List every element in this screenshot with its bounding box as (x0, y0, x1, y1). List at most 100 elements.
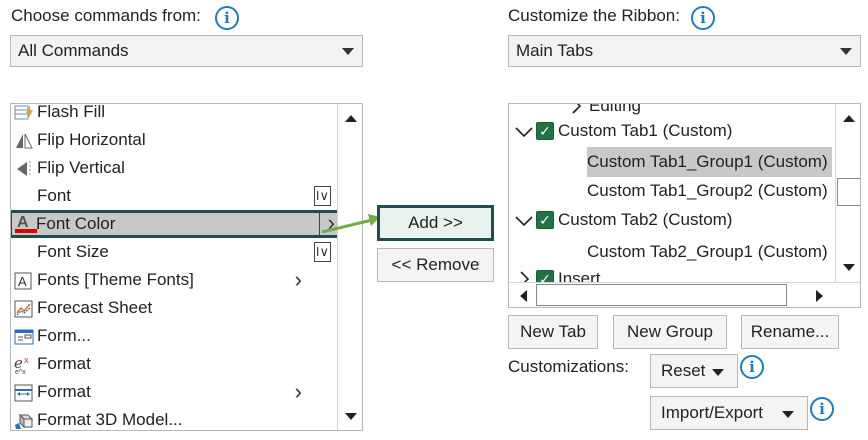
svg-text:x: x (24, 355, 29, 365)
import-export-info-icon[interactable]: i (810, 397, 834, 421)
scroll-left-icon (519, 290, 527, 302)
scroll-up-button[interactable] (339, 107, 362, 131)
command-item[interactable]: e x e^x Format (11, 350, 334, 378)
command-item-label: Forecast Sheet (37, 298, 153, 317)
command-item-label: Font Size (37, 242, 109, 261)
tree-node[interactable]: Custom Tab1_Group1 (Custom) (509, 147, 835, 177)
command-item-label: Form... (37, 326, 91, 345)
chevron-down-icon (840, 48, 852, 55)
import-export-label: Import/Export (661, 403, 764, 422)
command-item[interactable]: Flip Vertical (11, 154, 334, 182)
reset-label: Reset (661, 361, 706, 380)
tree-node-label: Custom Tab2 (Custom) (558, 210, 733, 229)
remove-button-label: << Remove (391, 255, 480, 274)
command-item-label: Flip Horizontal (37, 130, 146, 149)
tree-checkbox[interactable]: ✓ (536, 270, 554, 282)
tree-checkbox[interactable]: ✓ (536, 122, 554, 140)
rename-button[interactable]: Rename... (741, 315, 839, 349)
commands-source-value: All Commands (18, 41, 129, 60)
submenu-arrow-icon: › (294, 267, 302, 292)
chevron-down-icon (782, 411, 794, 418)
tree-node[interactable]: Custom Tab1_Group2 (Custom) (509, 176, 835, 206)
tree-checkbox[interactable]: ✓ (536, 211, 554, 229)
chevron-down-icon (712, 369, 724, 376)
command-item[interactable]: Format 3D Model... (11, 406, 334, 430)
tree-scroll-right-button[interactable] (807, 284, 831, 307)
command-item[interactable]: A Font Color › (11, 210, 340, 238)
scroll-down-icon (843, 264, 855, 271)
new-tab-button[interactable]: New Tab (508, 315, 598, 349)
command-item-label: Fonts [Theme Fonts] (37, 270, 194, 289)
choose-commands-info-icon[interactable]: i (215, 6, 239, 30)
tree-scroll-thumb[interactable] (837, 178, 860, 206)
chevron-down-icon (342, 48, 354, 55)
commands-source-dropdown[interactable]: All Commands (10, 35, 363, 67)
tree-hscroll-thumb[interactable] (536, 284, 787, 306)
command-item[interactable]: A Fonts [Theme Fonts] › (11, 266, 334, 294)
tree-scroll-left-button[interactable] (511, 284, 535, 307)
scroll-right-icon (815, 290, 823, 302)
tree-node[interactable]: ✓ Custom Tab1 (Custom) (509, 116, 835, 146)
choose-commands-label: Choose commands from: (11, 6, 201, 25)
tree-node[interactable]: ✓ Insert (509, 264, 835, 282)
import-export-button[interactable]: Import/Export (650, 396, 808, 430)
scroll-up-icon (345, 115, 357, 122)
tree-node-label: Custom Tab1_Group1 (Custom) (587, 147, 832, 177)
command-item[interactable]: Flash Fill (11, 104, 334, 126)
command-item[interactable]: Forecast Sheet (11, 294, 334, 322)
command-item-label: Font Color (36, 214, 116, 233)
reset-button[interactable]: Reset (650, 354, 738, 388)
new-tab-label: New Tab (520, 322, 586, 341)
flash-fill-icon (14, 104, 34, 121)
format-icon: e x e^x (14, 354, 34, 376)
command-item[interactable]: Form... (11, 322, 334, 350)
format-3d-model-icon (14, 411, 34, 429)
customizations-label: Customizations: (508, 357, 629, 376)
ribbon-tree-vscrollbar[interactable] (835, 104, 860, 282)
flip-vertical-icon (14, 159, 34, 177)
command-item-label: Font (37, 186, 72, 205)
font-picker-icon: I∨ (313, 242, 331, 262)
tree-node[interactable]: ✓ Custom Tab2 (Custom) (509, 205, 835, 235)
remove-button[interactable]: << Remove (377, 248, 494, 282)
svg-text:e^x: e^x (15, 369, 26, 375)
command-item[interactable]: Flip Horizontal (11, 126, 334, 154)
command-item[interactable]: Font I∨ (11, 182, 334, 210)
ribbon-tree-hscrollbar[interactable] (509, 282, 860, 307)
command-item-label: Format 3D Model... (37, 410, 183, 429)
chevron-right-icon[interactable] (513, 264, 535, 282)
add-button[interactable]: Add >> (377, 205, 494, 241)
theme-fonts-icon: A (14, 271, 34, 290)
tree-node-label: Insert (558, 269, 601, 282)
tree-node-label: Custom Tab1_Group2 (Custom) (587, 181, 828, 200)
forecast-sheet-icon (14, 299, 34, 318)
ribbon-tree[interactable]: Editing ✓ Custom Tab1 (Custom) Custom Tab1_… (508, 103, 861, 308)
new-group-button[interactable]: New Group (613, 315, 727, 349)
command-item[interactable]: Font Size I∨ (11, 238, 334, 266)
customize-ribbon-info-icon[interactable]: i (691, 6, 715, 30)
flip-horizontal-icon (14, 131, 34, 149)
commands-list[interactable]: Flash Fill Flip Horizontal Flip Vertical Fo… (10, 103, 363, 431)
tree-node[interactable]: Custom Tab2_Group1 (Custom) (509, 237, 835, 267)
scroll-down-icon (345, 413, 357, 420)
add-button-label: Add >> (408, 213, 463, 232)
ribbon-tabs-dropdown[interactable]: Main Tabs (508, 35, 861, 67)
tree-node-label: Custom Tab1 (Custom) (558, 121, 733, 140)
scroll-up-icon (843, 115, 855, 122)
command-item-label: Format (37, 382, 91, 401)
font-picker-icon: I∨ (313, 186, 331, 206)
customizations-info-icon[interactable]: i (740, 355, 764, 379)
svg-text:A: A (17, 214, 29, 231)
tree-scroll-down-button[interactable] (837, 255, 860, 279)
tree-node-label: Custom Tab2_Group1 (Custom) (587, 242, 828, 261)
commands-list-scrollbar[interactable] (337, 104, 362, 430)
submenu-arrow-icon: › (294, 379, 302, 404)
tree-scroll-up-button[interactable] (837, 107, 860, 131)
command-item[interactable]: Format › (11, 378, 334, 406)
command-item-label: Format (37, 354, 91, 373)
scroll-down-button[interactable] (339, 404, 362, 428)
ribbon-tabs-value: Main Tabs (516, 41, 594, 60)
rename-label: Rename... (750, 322, 830, 341)
form-icon (14, 327, 34, 345)
font-color-icon: A (15, 214, 37, 233)
